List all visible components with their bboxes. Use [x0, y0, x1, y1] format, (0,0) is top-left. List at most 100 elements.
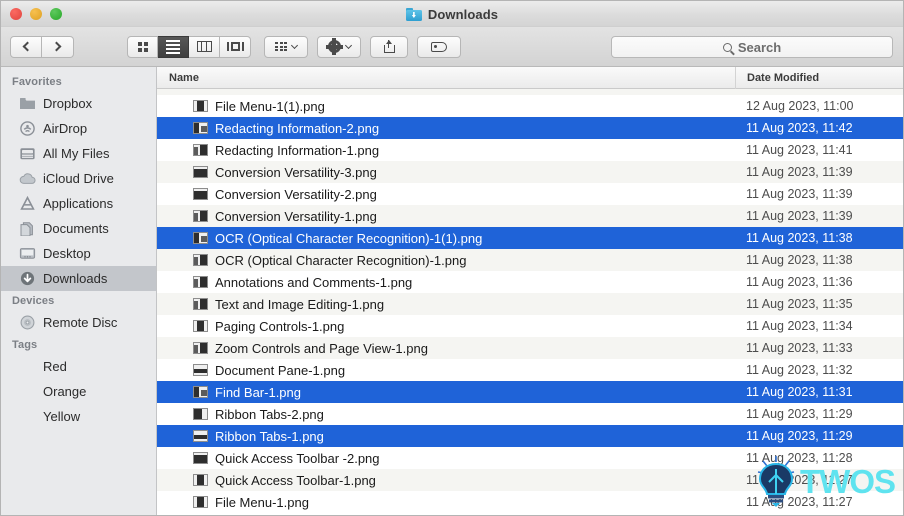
file-list-pane: Name Date Modified File Menu-1(1).png 12 …: [157, 67, 903, 515]
file-date-modified-cell: 11 Aug 2023, 11:38: [746, 231, 853, 245]
file-name-label: OCR (Optical Character Recognition)-1(1)…: [215, 230, 483, 246]
table-row[interactable]: Conversion Versatility-2.png 11 Aug 2023,…: [157, 183, 903, 205]
sidebar-section-header: Tags: [12, 339, 38, 351]
sidebar-item-label: AirDrop: [43, 121, 88, 136]
table-row[interactable]: File Menu-1(1).png 12 Aug 2023, 11:00: [157, 95, 903, 117]
table-row[interactable]: Find Bar-1.png 11 Aug 2023, 11:31: [157, 381, 903, 403]
forward-button[interactable]: [42, 35, 74, 58]
sidebar-item-orange[interactable]: Orange: [1, 379, 156, 404]
chevron-down-icon: [344, 41, 352, 49]
tag-icon: [431, 41, 447, 52]
sidebar-item-dropbox[interactable]: Dropbox: [1, 91, 156, 116]
sidebar-item-icloud-drive[interactable]: iCloud Drive: [1, 166, 156, 191]
sidebar-item-label: Remote Disc: [43, 315, 118, 330]
file-thumbnail-icon: [193, 276, 208, 288]
file-date-modified-cell: 11 Aug 2023, 11:38: [746, 253, 853, 267]
file-date-modified-cell: 11 Aug 2023, 11:42: [746, 121, 853, 135]
gallery-view-button[interactable]: [220, 35, 251, 58]
table-row[interactable]: Ribbon Tabs-2.png 11 Aug 2023, 11:29: [157, 403, 903, 425]
table-row[interactable]: Conversion Versatility-3.png 11 Aug 2023,…: [157, 161, 903, 183]
file-thumbnail-icon: [193, 298, 208, 310]
file-list-rows: File Menu-1(1).png 12 Aug 2023, 11:00 Reda…: [157, 95, 903, 513]
sidebar-item-remote-disc[interactable]: Remote Disc: [1, 310, 156, 335]
file-thumbnail-icon: [193, 386, 208, 398]
column-header-name[interactable]: Name: [157, 72, 735, 84]
list-view-button[interactable]: [158, 35, 189, 58]
file-name-cell: Annotations and Comments-1.png: [157, 275, 735, 290]
file-date-modified-cell: 11 Aug 2023, 11:36: [746, 275, 853, 289]
file-name-cell: File Menu-1(1).png: [157, 99, 735, 114]
zoom-button[interactable]: [50, 7, 62, 20]
arrange-button[interactable]: [264, 35, 308, 58]
documents-icon: [19, 221, 36, 236]
sidebar-item-yellow[interactable]: Yellow: [1, 404, 156, 429]
file-thumbnail-icon: [193, 452, 208, 464]
file-name-cell: Paging Controls-1.png: [157, 319, 735, 334]
sidebar-item-label: iCloud Drive: [43, 171, 114, 186]
tag-button[interactable]: [417, 35, 461, 58]
file-thumbnail-icon: [193, 430, 208, 442]
column-view-button[interactable]: [189, 35, 220, 58]
sidebar-item-label: Documents: [43, 221, 109, 236]
search-icon: [722, 42, 732, 52]
file-thumbnail-icon: [193, 122, 208, 134]
table-row[interactable]: Annotations and Comments-1.png 11 Aug 202…: [157, 271, 903, 293]
icloud-icon: [19, 171, 36, 186]
sidebar-item-desktop[interactable]: Desktop: [1, 241, 156, 266]
file-date-modified-cell: 11 Aug 2023, 11:39: [746, 187, 853, 201]
back-button[interactable]: [10, 35, 42, 58]
file-date-modified-cell: 11 Aug 2023, 11:33: [746, 341, 853, 355]
file-date-modified-cell: 12 Aug 2023, 11:00: [746, 99, 854, 113]
table-row[interactable]: Text and Image Editing-1.png 11 Aug 2023,…: [157, 293, 903, 315]
sidebar-section-header: Favorites: [12, 76, 62, 88]
file-name-cell: OCR (Optical Character Recognition)-1.pn…: [157, 253, 735, 268]
table-row[interactable]: Redacting Information-1.png 11 Aug 2023, …: [157, 139, 903, 161]
sidebar-item-applications[interactable]: Applications: [1, 191, 156, 216]
file-name-cell: Document Pane-1.png: [157, 363, 735, 378]
file-thumbnail-icon: [193, 144, 208, 156]
table-row[interactable]: Quick Access Toolbar -2.png 11 Aug 2023, …: [157, 447, 903, 469]
table-row[interactable]: Redacting Information-2.png 11 Aug 2023, …: [157, 117, 903, 139]
downloads-icon: [19, 271, 36, 286]
sidebar-item-airdrop[interactable]: AirDrop: [1, 116, 156, 141]
desktop-icon: [19, 246, 36, 261]
chevron-down-icon: [290, 41, 299, 49]
table-row[interactable]: Quick Access Toolbar-1.png 11 Aug 2023, 1…: [157, 469, 903, 491]
table-row[interactable]: Paging Controls-1.png 11 Aug 2023, 11:34: [157, 315, 903, 337]
share-button[interactable]: [370, 35, 408, 58]
file-date-modified-cell: 11 Aug 2023, 11:39: [746, 165, 853, 179]
minimize-button[interactable]: [30, 7, 42, 20]
sidebar-item-all-my-files[interactable]: All My Files: [1, 141, 156, 166]
table-row[interactable]: OCR (Optical Character Recognition)-1.pn…: [157, 249, 903, 271]
gear-icon: [325, 38, 343, 55]
file-name-label: Find Bar-1.png: [215, 384, 301, 400]
traffic-lights: [1, 7, 62, 20]
sidebar-item-documents[interactable]: Documents: [1, 216, 156, 241]
sidebar-item-label: Downloads: [43, 271, 108, 286]
file-name-cell: Conversion Versatility-3.png: [157, 165, 735, 180]
table-row[interactable]: Zoom Controls and Page View-1.png 11 Aug …: [157, 337, 903, 359]
sidebar-item-label: Orange: [43, 384, 87, 399]
table-row[interactable]: Document Pane-1.png 11 Aug 2023, 11:32: [157, 359, 903, 381]
table-row[interactable]: OCR (Optical Character Recognition)-1(1)…: [157, 227, 903, 249]
file-thumbnail-icon: [193, 364, 208, 376]
sidebar-item-red[interactable]: Red: [1, 354, 156, 379]
close-button[interactable]: [10, 7, 22, 20]
file-date-modified-cell: 11 Aug 2023, 11:31: [746, 385, 853, 399]
file-name-label: OCR (Optical Character Recognition)-1.pn…: [215, 252, 467, 268]
table-row[interactable]: Ribbon Tabs-1.png 11 Aug 2023, 11:29: [157, 425, 903, 447]
search-input[interactable]: Search: [611, 36, 893, 58]
file-date-modified-cell: 11 Aug 2023, 11:39: [746, 209, 853, 223]
table-row[interactable]: Conversion Versatility-1.png 11 Aug 2023,…: [157, 205, 903, 227]
file-name-cell: Ribbon Tabs-1.png: [157, 429, 735, 444]
file-name-label: Zoom Controls and Page View-1.png: [215, 340, 428, 356]
column-header-date-modified[interactable]: Date Modified: [735, 67, 903, 89]
sidebar-item-downloads[interactable]: Downloads: [1, 266, 156, 291]
file-name-label: Ribbon Tabs-1.png: [215, 428, 324, 444]
file-thumbnail-icon: [193, 232, 208, 244]
chevron-right-icon: [51, 41, 61, 52]
table-row[interactable]: File Menu-1.png 11 Aug 2023, 11:27: [157, 491, 903, 513]
action-button[interactable]: [317, 35, 361, 58]
icon-view-button[interactable]: [127, 35, 158, 58]
file-thumbnail-icon: [193, 408, 208, 420]
